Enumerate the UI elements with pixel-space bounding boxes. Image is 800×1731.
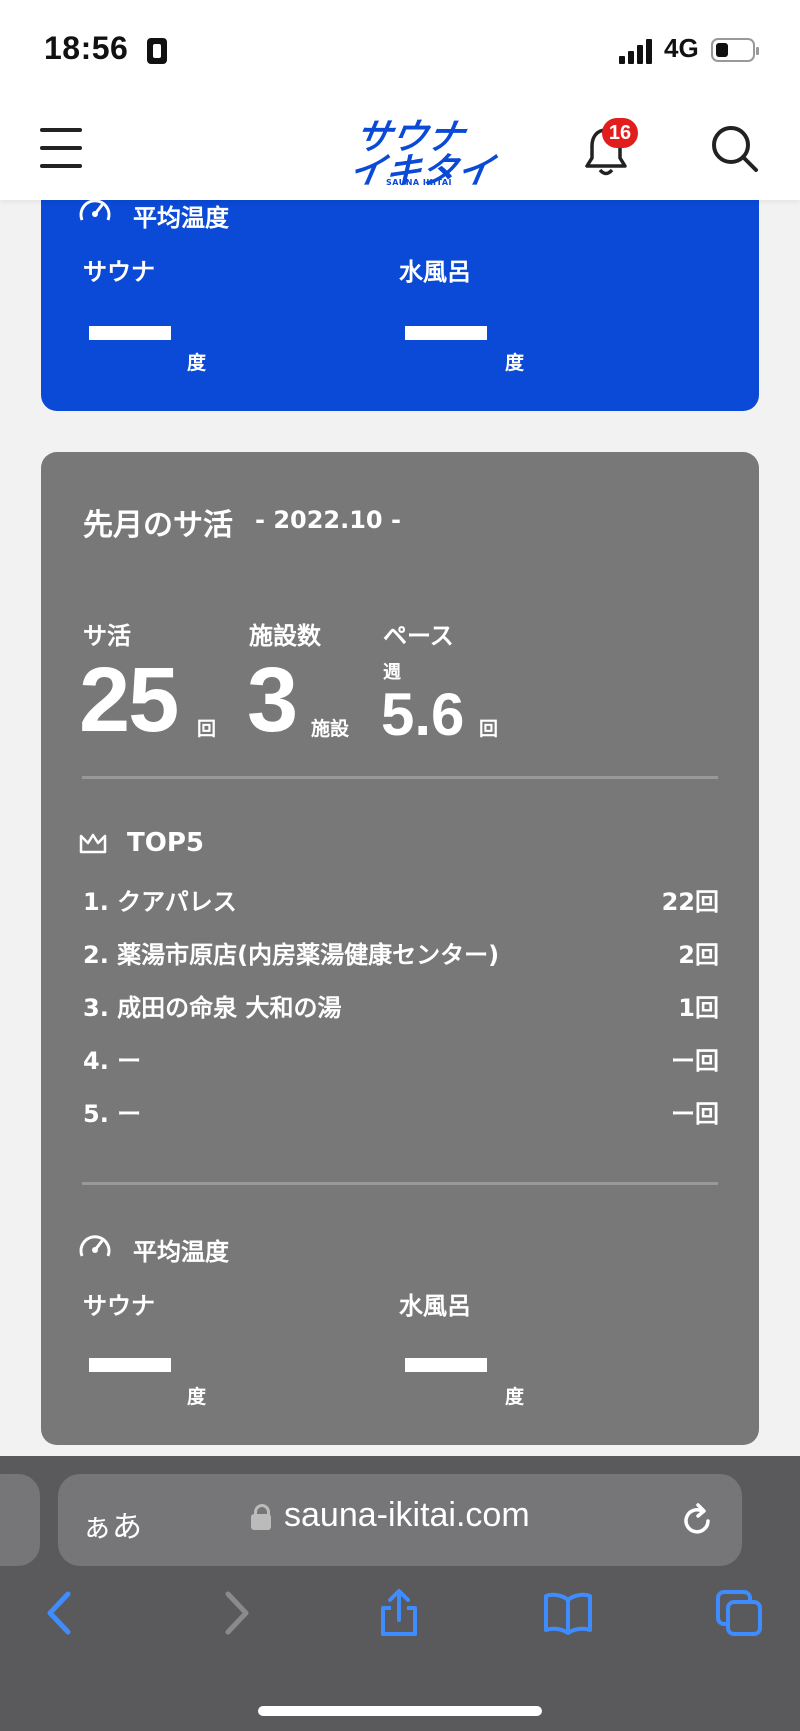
orientation-lock-icon bbox=[147, 38, 167, 64]
pace-label: ペース bbox=[383, 622, 454, 650]
last-month-period: - 2022.10 - bbox=[255, 506, 401, 534]
sauna-label: サウナ bbox=[83, 258, 155, 286]
page-settings-button[interactable]: ぁあ bbox=[82, 1502, 142, 1546]
crown-icon bbox=[79, 833, 107, 854]
home-indicator bbox=[258, 1706, 542, 1716]
count-label: サ活 bbox=[83, 622, 131, 650]
site-logo[interactable]: サウナ イキタイ SAUNA IKITAI bbox=[346, 108, 497, 194]
water-bath-temp-value bbox=[405, 1358, 487, 1372]
sauna-temp-unit: 度 bbox=[187, 1386, 207, 1408]
water-bath-temp-unit: 度 bbox=[505, 352, 525, 374]
browser-toolbar: ぁあ sauna-ikitai.com bbox=[0, 1456, 800, 1731]
previous-tab[interactable] bbox=[0, 1474, 40, 1566]
menu-icon[interactable] bbox=[40, 128, 82, 168]
site-header: サウナ イキタイ SAUNA IKITAI 16 bbox=[0, 98, 800, 200]
notification-badge: 16 bbox=[602, 118, 638, 148]
top5-name: 1. クアパレス bbox=[83, 888, 237, 916]
divider bbox=[82, 1182, 718, 1185]
water-bath-label: 水風呂 bbox=[399, 1292, 471, 1320]
sauna-temp-value bbox=[89, 1358, 171, 1372]
pace-unit: 回 bbox=[479, 718, 499, 740]
top5-count: 2回 bbox=[678, 941, 719, 969]
top5-count: 1回 bbox=[678, 994, 719, 1022]
sauna-temp-value bbox=[89, 326, 171, 340]
top5-item: 4. ー ー回 bbox=[83, 1041, 719, 1081]
bookmarks-icon[interactable] bbox=[543, 1588, 593, 1638]
count-unit: 回 bbox=[197, 718, 217, 740]
top5-item[interactable]: 3. 成田の命泉 大和の湯 1回 bbox=[83, 988, 719, 1028]
facilities-unit: 施設 bbox=[311, 718, 350, 740]
network-type: 4G bbox=[664, 33, 699, 63]
back-icon[interactable] bbox=[36, 1588, 86, 1638]
forward-icon[interactable] bbox=[210, 1588, 260, 1638]
avg-temp-title: 平均温度 bbox=[133, 1238, 229, 1266]
address-bar[interactable]: ぁあ sauna-ikitai.com bbox=[58, 1474, 742, 1566]
top5-name: 3. 成田の命泉 大和の湯 bbox=[83, 994, 342, 1022]
top5-name: 2. 薬湯市原店(内房薬湯健康センター) bbox=[83, 941, 500, 969]
water-bath-temp-unit: 度 bbox=[505, 1386, 525, 1408]
top5-count: ー回 bbox=[671, 1100, 719, 1128]
divider bbox=[82, 776, 718, 779]
sauna-label: サウナ bbox=[83, 1292, 155, 1320]
reload-icon[interactable] bbox=[678, 1502, 716, 1540]
status-time: 18:56 bbox=[44, 30, 129, 66]
facilities-label: 施設数 bbox=[249, 622, 321, 650]
status-bar: 18:56 4G bbox=[0, 0, 800, 98]
tabs-icon[interactable] bbox=[714, 1588, 764, 1638]
facilities-value: 3 bbox=[247, 649, 298, 751]
top5-title: TOP5 bbox=[127, 828, 204, 858]
water-bath-label: 水風呂 bbox=[399, 258, 471, 286]
top5-name: 5. ー bbox=[83, 1100, 142, 1128]
current-month-card: 平均温度 サウナ 度 水風呂 度 bbox=[41, 170, 759, 411]
search-icon[interactable] bbox=[710, 124, 760, 174]
pace-value: 5.6 bbox=[381, 681, 465, 748]
top5-count: 22回 bbox=[661, 888, 719, 916]
url-text: sauna-ikitai.com bbox=[284, 1496, 530, 1534]
top5-item[interactable]: 2. 薬湯市原店(内房薬湯健康センター) 2回 bbox=[83, 935, 719, 975]
last-month-card: 先月のサ活 - 2022.10 - サ活 25 回 施設数 3 施設 ペース 週… bbox=[41, 452, 759, 1445]
top5-item[interactable]: 1. クアパレス 22回 bbox=[83, 882, 719, 922]
top5-count: ー回 bbox=[671, 1047, 719, 1075]
top5-name: 4. ー bbox=[83, 1047, 142, 1075]
top5-item: 5. ー ー回 bbox=[83, 1094, 719, 1134]
count-value: 25 bbox=[79, 649, 179, 751]
share-icon[interactable] bbox=[374, 1588, 424, 1638]
battery-icon bbox=[711, 38, 759, 62]
last-month-title: 先月のサ活 bbox=[83, 508, 233, 543]
sauna-temp-unit: 度 bbox=[187, 352, 207, 374]
gauge-icon bbox=[79, 1235, 111, 1257]
avg-temp-title: 平均温度 bbox=[133, 204, 229, 232]
lock-icon bbox=[251, 1504, 271, 1530]
logo-subtext: SAUNA IKITAI bbox=[386, 178, 453, 187]
signal-icon bbox=[619, 38, 655, 64]
water-bath-temp-value bbox=[405, 326, 487, 340]
